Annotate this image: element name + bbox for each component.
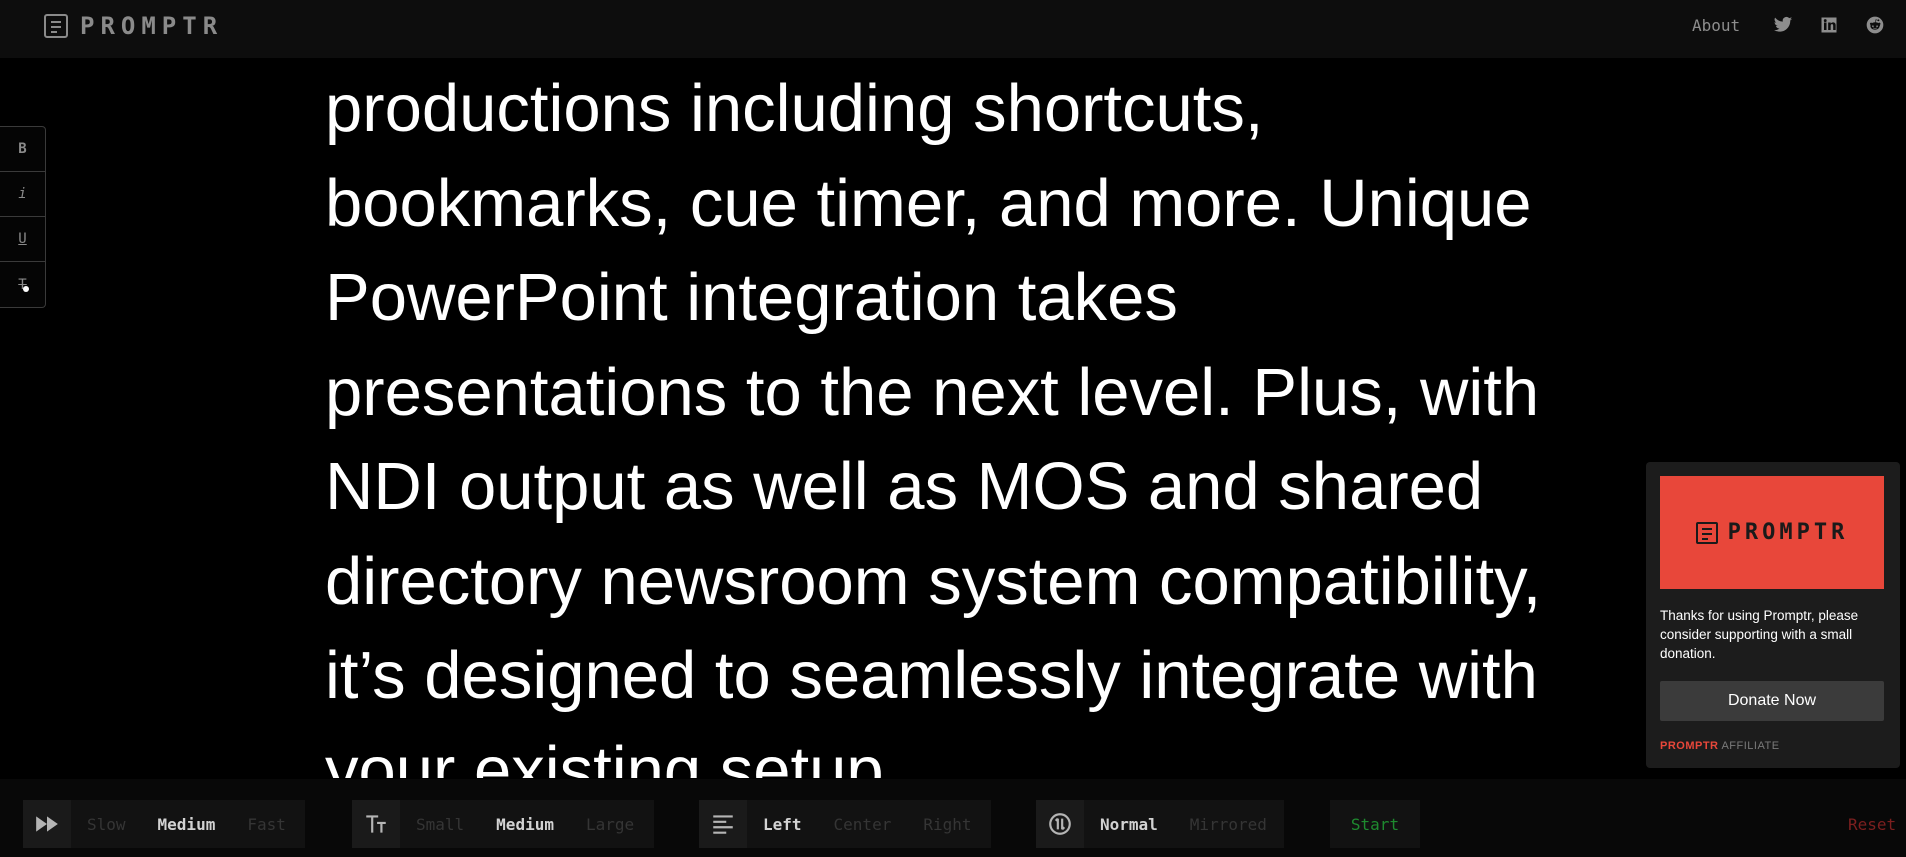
start-button[interactable]: Start [1330,800,1420,848]
reddit-icon[interactable] [1864,14,1886,36]
fast-forward-icon [23,800,71,848]
align-center[interactable]: Center [818,800,908,848]
speed-slow[interactable]: Slow [71,800,142,848]
brand-name: PROMPTR [80,12,224,40]
size-control: Small Medium Large [352,800,654,848]
script-text[interactable]: productions including shortcuts, bookmar… [325,62,1585,778]
document-icon [1695,521,1718,544]
size-small[interactable]: Small [400,800,480,848]
mirror-icon [1036,800,1084,848]
speed-fast[interactable]: Fast [231,800,302,848]
affiliate-text: AFFILIATE [1721,740,1780,752]
twitter-icon[interactable] [1772,14,1794,36]
mirror-mirrored[interactable]: Mirrored [1174,800,1283,848]
text-size-icon [352,800,400,848]
donation-logo-text: PROMPTR [1727,520,1849,545]
donate-button[interactable]: Donate Now [1660,681,1884,721]
align-control: Left Center Right [699,800,991,848]
italic-button[interactable]: i [0,172,45,217]
about-link[interactable]: About [1692,16,1740,35]
donation-logo[interactable]: PROMPTR [1660,476,1884,589]
align-left[interactable]: Left [747,800,818,848]
speed-control: Slow Medium Fast [23,800,305,848]
size-large[interactable]: Large [570,800,650,848]
reset-button[interactable]: Reset [1848,815,1896,834]
top-header: PROMPTR About [0,0,1906,58]
document-icon [44,14,68,38]
brand-logo[interactable]: PROMPTR [44,12,223,40]
donation-message: Thanks for using Promptr, please conside… [1660,608,1859,661]
format-toolbar: B i U T [0,126,46,308]
mirror-normal[interactable]: Normal [1084,800,1174,848]
donation-card: PROMPTR Thanks for using Promptr, please… [1646,462,1900,768]
align-right[interactable]: Right [907,800,987,848]
speed-medium[interactable]: Medium [142,800,232,848]
align-left-icon [699,800,747,848]
bold-button[interactable]: B [0,127,45,172]
bottom-control-bar: Slow Medium Fast Small Medium Large Left… [0,779,1906,857]
linkedin-icon[interactable] [1818,14,1840,36]
strikethrough-button[interactable]: T [0,262,45,307]
size-medium[interactable]: Medium [480,800,570,848]
script-area[interactable]: productions including shortcuts, bookmar… [325,62,1585,778]
affiliate-label[interactable]: PROMPTR AFFILIATE [1660,740,1780,752]
mouse-cursor [23,286,29,292]
affiliate-brand: PROMPTR [1660,740,1719,752]
underline-button[interactable]: U [0,217,45,262]
mirror-control: Normal Mirrored [1036,800,1284,848]
